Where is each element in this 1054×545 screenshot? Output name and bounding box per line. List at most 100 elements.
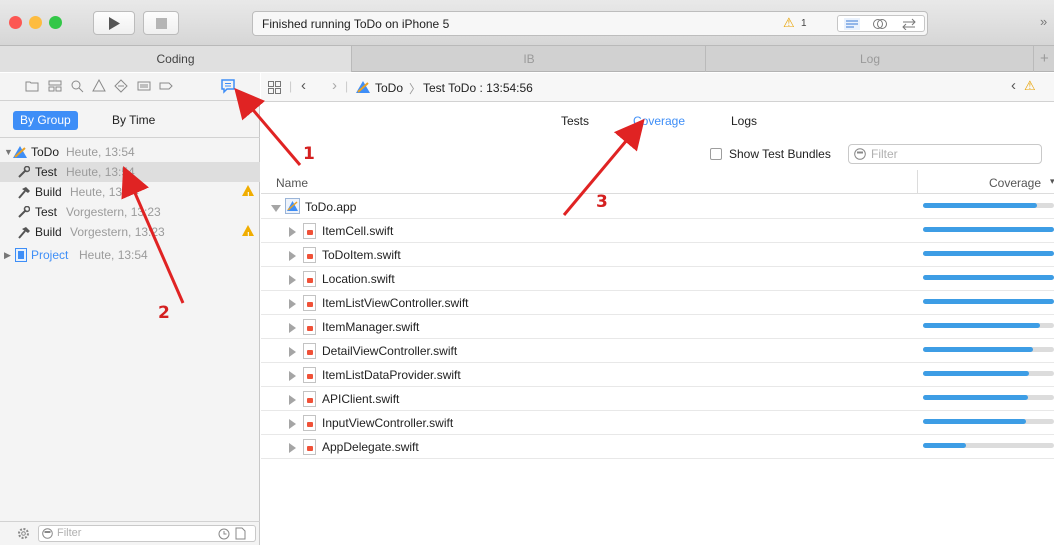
list-item[interactable]: Test Heute, 13:54 [0,162,260,182]
warning-icon[interactable]: ⚠ [1024,78,1036,94]
tab-coverage[interactable]: Coverage [633,114,685,128]
breadcrumb-project[interactable]: ToDo [375,81,403,95]
zoom-window-button[interactable] [49,16,62,29]
search-icon[interactable] [70,79,84,93]
warning-icon[interactable] [242,225,254,246]
filter-icon [42,528,53,539]
document-icon[interactable] [235,527,246,540]
tab-coding[interactable]: Coding [0,46,352,72]
item-name: Project [31,248,69,262]
coverage-bar [923,443,1054,448]
run-button[interactable] [93,11,135,35]
disclosure-open-icon[interactable]: ▼ [4,142,13,162]
project-icon [15,248,27,262]
disclosure-closed-icon[interactable] [289,371,296,381]
disclosure-closed-icon[interactable] [289,251,296,261]
list-item[interactable]: Test Vorgestern, 13:23 [0,202,260,222]
table-row[interactable]: ItemManager.swift [261,315,1054,339]
filter-icon [854,148,866,160]
stop-button[interactable] [143,11,179,35]
navigator-filter-bar: Filter [0,521,260,545]
list-item[interactable]: ▶ Project Heute, 13:54 [0,245,260,265]
table-row[interactable]: InputViewController.swift [261,411,1054,435]
by-time-button[interactable]: By Time [105,111,162,130]
swift-file-icon [303,391,316,407]
related-items-icon[interactable] [268,81,281,94]
debug-navigator-icon[interactable] [137,79,151,93]
warning-icon[interactable] [242,185,254,206]
table-row[interactable]: ItemListViewController.swift [261,291,1054,315]
row-name: ItemListDataProvider.swift [322,368,461,382]
disclosure-closed-icon[interactable] [289,419,296,429]
assistant-editor-icon[interactable] [872,18,888,30]
swift-file-icon [303,367,316,383]
version-editor-icon[interactable] [900,18,918,30]
swift-file-icon [303,271,316,287]
build-hammer-icon [18,227,30,239]
activity-status-bar: Finished running ToDo on iPhone 5 ⚠ 1 [252,11,928,36]
minimize-window-button[interactable] [29,16,42,29]
tab-tests[interactable]: Tests [561,114,589,128]
back-chevron-icon[interactable]: ‹ [301,77,306,94]
disclosure-closed-icon[interactable] [289,299,296,309]
table-row[interactable]: ToDoItem.swift [261,243,1054,267]
by-group-button[interactable]: By Group [13,111,78,130]
tab-log[interactable]: Log [707,46,1034,72]
row-name: ItemCell.swift [322,224,394,238]
gear-icon[interactable] [17,527,30,540]
disclosure-closed-icon[interactable] [289,395,296,405]
show-test-bundles-label: Show Test Bundles [729,147,831,161]
disclosure-open-icon[interactable] [271,205,281,212]
coverage-bar [923,323,1054,328]
breakpoint-navigator-icon[interactable] [159,79,173,93]
folder-icon[interactable] [25,79,39,93]
jump-bar: | ‹ › | ToDo 〉 Test ToDo : 13:54:56 ‹ ⚠ [261,73,1054,102]
coverage-bar-fill [923,347,1034,352]
disclosure-closed-icon[interactable] [289,347,296,357]
symbol-navigator-icon[interactable] [48,79,62,93]
test-navigator-icon[interactable] [114,79,128,93]
disclosure-closed-icon[interactable] [289,227,296,237]
column-coverage[interactable]: Coverage [989,176,1041,190]
close-window-button[interactable] [9,16,22,29]
table-row[interactable]: ToDo.app [261,195,1054,219]
annotation-number-3: 3 [596,192,608,212]
more-chevron-icon[interactable]: » [1040,14,1047,29]
report-tabs: Tests Coverage Logs [261,103,1054,139]
table-row[interactable]: ItemListDataProvider.swift [261,363,1054,387]
disclosure-closed-icon[interactable] [289,323,296,333]
list-item[interactable]: ▼ ToDo Heute, 13:54 [0,142,260,162]
tab-bar: Coding IB Log + [0,46,1054,72]
recent-clock-icon[interactable] [218,528,230,540]
table-row[interactable]: APIClient.swift [261,387,1054,411]
breadcrumb-report[interactable]: Test ToDo : 13:54:56 [423,81,533,95]
table-row[interactable]: AppDelegate.swift [261,435,1054,459]
test-wrench-icon [18,206,30,218]
list-item[interactable]: Build Vorgestern, 13:23 [0,222,260,246]
column-name[interactable]: Name [276,176,308,190]
show-test-bundles-checkbox[interactable] [710,148,722,160]
standard-editor-icon[interactable] [844,18,860,30]
disclosure-closed-icon[interactable] [289,443,296,453]
coverage-filter-input[interactable]: Filter [848,144,1042,164]
table-row[interactable]: Location.swift [261,267,1054,291]
report-navigator-icon[interactable] [220,78,236,94]
row-name: APIClient.swift [322,392,400,406]
tab-ib[interactable]: IB [353,46,706,72]
disclosure-closed-icon[interactable]: ▶ [4,245,11,265]
list-item[interactable]: Build Heute, 13:54 [0,182,260,206]
previous-issue-icon[interactable]: ‹ [1011,77,1016,94]
forward-chevron-icon[interactable]: › [332,77,337,94]
filter-placeholder: Filter [871,147,898,161]
warning-icon[interactable]: ⚠ [783,15,795,31]
row-name: Location.swift [322,272,395,286]
issue-navigator-icon[interactable] [92,79,106,93]
warning-count: 1 [801,18,807,29]
tab-logs[interactable]: Logs [731,114,757,128]
swift-file-icon [303,343,316,359]
add-tab-icon[interactable]: + [1040,50,1049,67]
test-wrench-icon [18,166,30,178]
table-row[interactable]: DetailViewController.swift [261,339,1054,363]
table-row[interactable]: ItemCell.swift [261,219,1054,243]
disclosure-closed-icon[interactable] [289,275,296,285]
